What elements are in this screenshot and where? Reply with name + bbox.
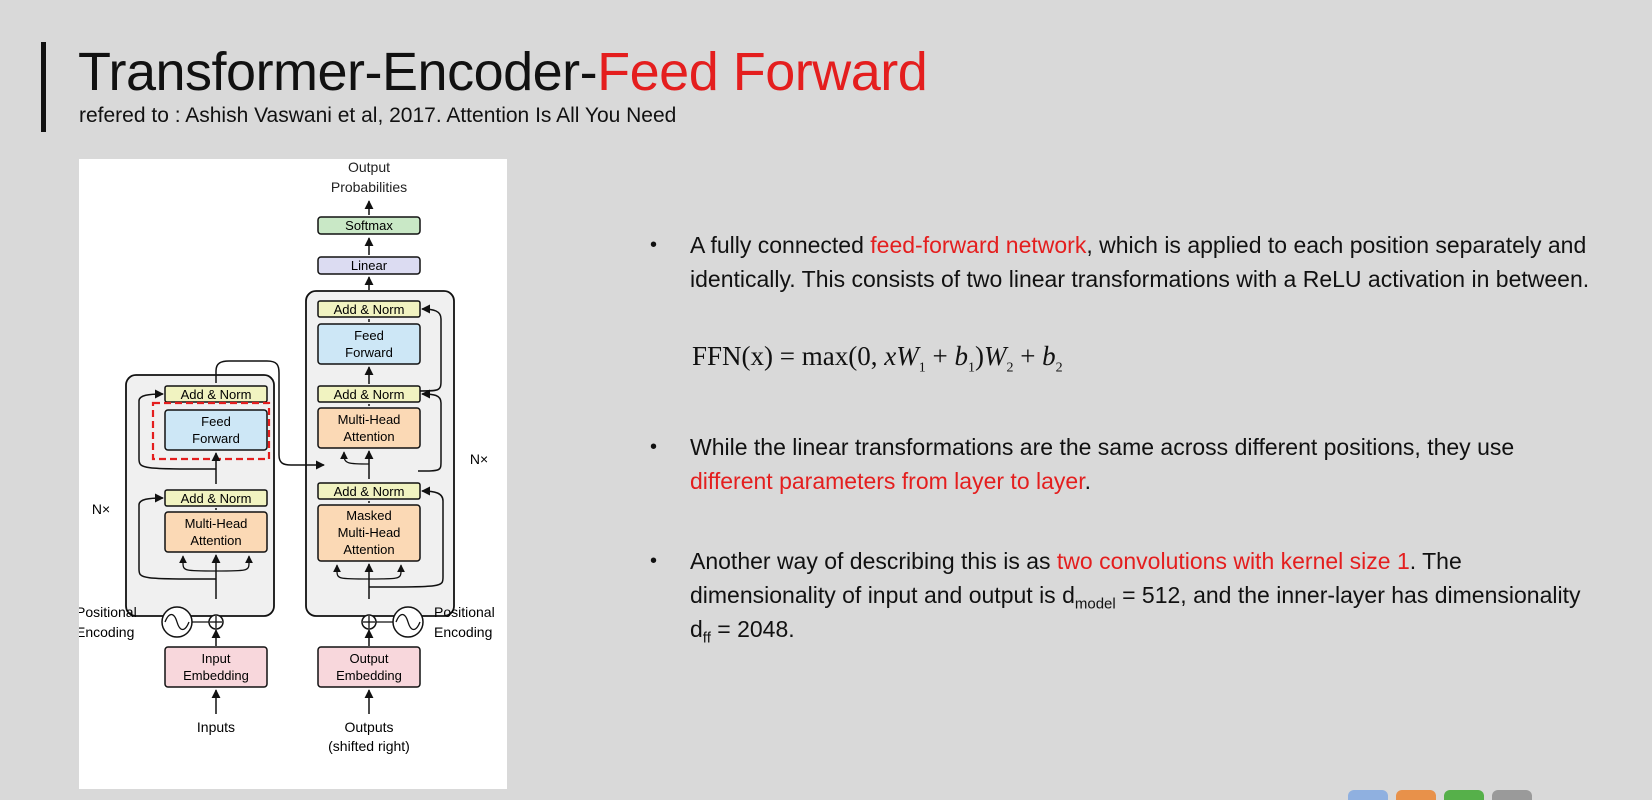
diagram-label: Attention	[190, 533, 241, 548]
bullet-content: • A fully connected feed-forward network…	[648, 228, 1598, 646]
diagram-label: Multi-Head	[185, 516, 248, 531]
output-probabilities-label: Output	[348, 159, 390, 175]
corner-icon-tray	[1348, 790, 1532, 800]
corner-icon-3[interactable]	[1444, 790, 1484, 800]
diagram-label: Add & Norm	[181, 491, 252, 506]
bullet-dot: •	[650, 234, 658, 256]
diagram-label: Encoding	[434, 624, 492, 640]
diagram-label: Outputs	[344, 719, 393, 735]
diagram-label: Positional	[434, 604, 495, 620]
diagram-label: Softmax	[345, 218, 393, 233]
corner-icon-1[interactable]	[1348, 790, 1388, 800]
diagram-label: Attention	[343, 429, 394, 444]
diagram-label: Multi-Head	[338, 525, 401, 540]
diagram-label: Add & Norm	[334, 387, 405, 402]
diagram-label: Probabilities	[331, 179, 407, 195]
diagram-label: Input	[202, 651, 231, 666]
bullet-dot: •	[650, 436, 658, 459]
bullet-dot: •	[650, 550, 658, 573]
title-main: Transformer-Encoder-	[78, 42, 598, 102]
diagram-label: Masked	[346, 508, 392, 523]
diagram-label: Linear	[351, 258, 388, 273]
diagram-label: Feed	[201, 414, 231, 429]
diagram-label: Forward	[345, 345, 393, 360]
diagram-label: Add & Norm	[181, 387, 252, 402]
diagram-label: Attention	[343, 542, 394, 557]
bullet-convolutions: • Another way of describing this is as t…	[648, 544, 1598, 646]
diagram-label: Output	[349, 651, 388, 666]
corner-icon-2[interactable]	[1396, 790, 1436, 800]
title-accent-bar	[41, 42, 46, 132]
slide-subtitle: refered to : Ashish Vaswani et al, 2017.…	[79, 104, 677, 127]
diagram-label: Embedding	[336, 668, 402, 683]
transformer-architecture-diagram: Output Probabilities Softmax Linear N× A…	[79, 159, 507, 789]
diagram-label: Forward	[192, 431, 240, 446]
diagram-label: Encoding	[79, 624, 134, 640]
slide-title: Transformer-Encoder-Feed Forward	[78, 40, 928, 104]
diagram-label: Positional	[79, 604, 137, 620]
corner-icon-4[interactable]	[1492, 790, 1532, 800]
diagram-label: Add & Norm	[334, 302, 405, 317]
diagram-label: Add & Norm	[334, 484, 405, 499]
bullet-feed-forward-definition: • A fully connected feed-forward network…	[648, 228, 1598, 296]
diagram-label: (shifted right)	[328, 738, 410, 754]
diagram-label: Feed	[354, 328, 384, 343]
title-highlight: Feed Forward	[597, 42, 928, 102]
ffn-formula: FFN(x) = max(0, xW1 + b1)W2 + b2	[692, 341, 1063, 376]
diagram-label: N×	[92, 501, 110, 517]
diagram-label: Multi-Head	[338, 412, 401, 427]
bullet-parameters: • While the linear transformations are t…	[648, 430, 1598, 498]
diagram-label: Inputs	[197, 719, 235, 735]
diagram-label: N×	[470, 451, 488, 467]
diagram-label: Embedding	[183, 668, 249, 683]
